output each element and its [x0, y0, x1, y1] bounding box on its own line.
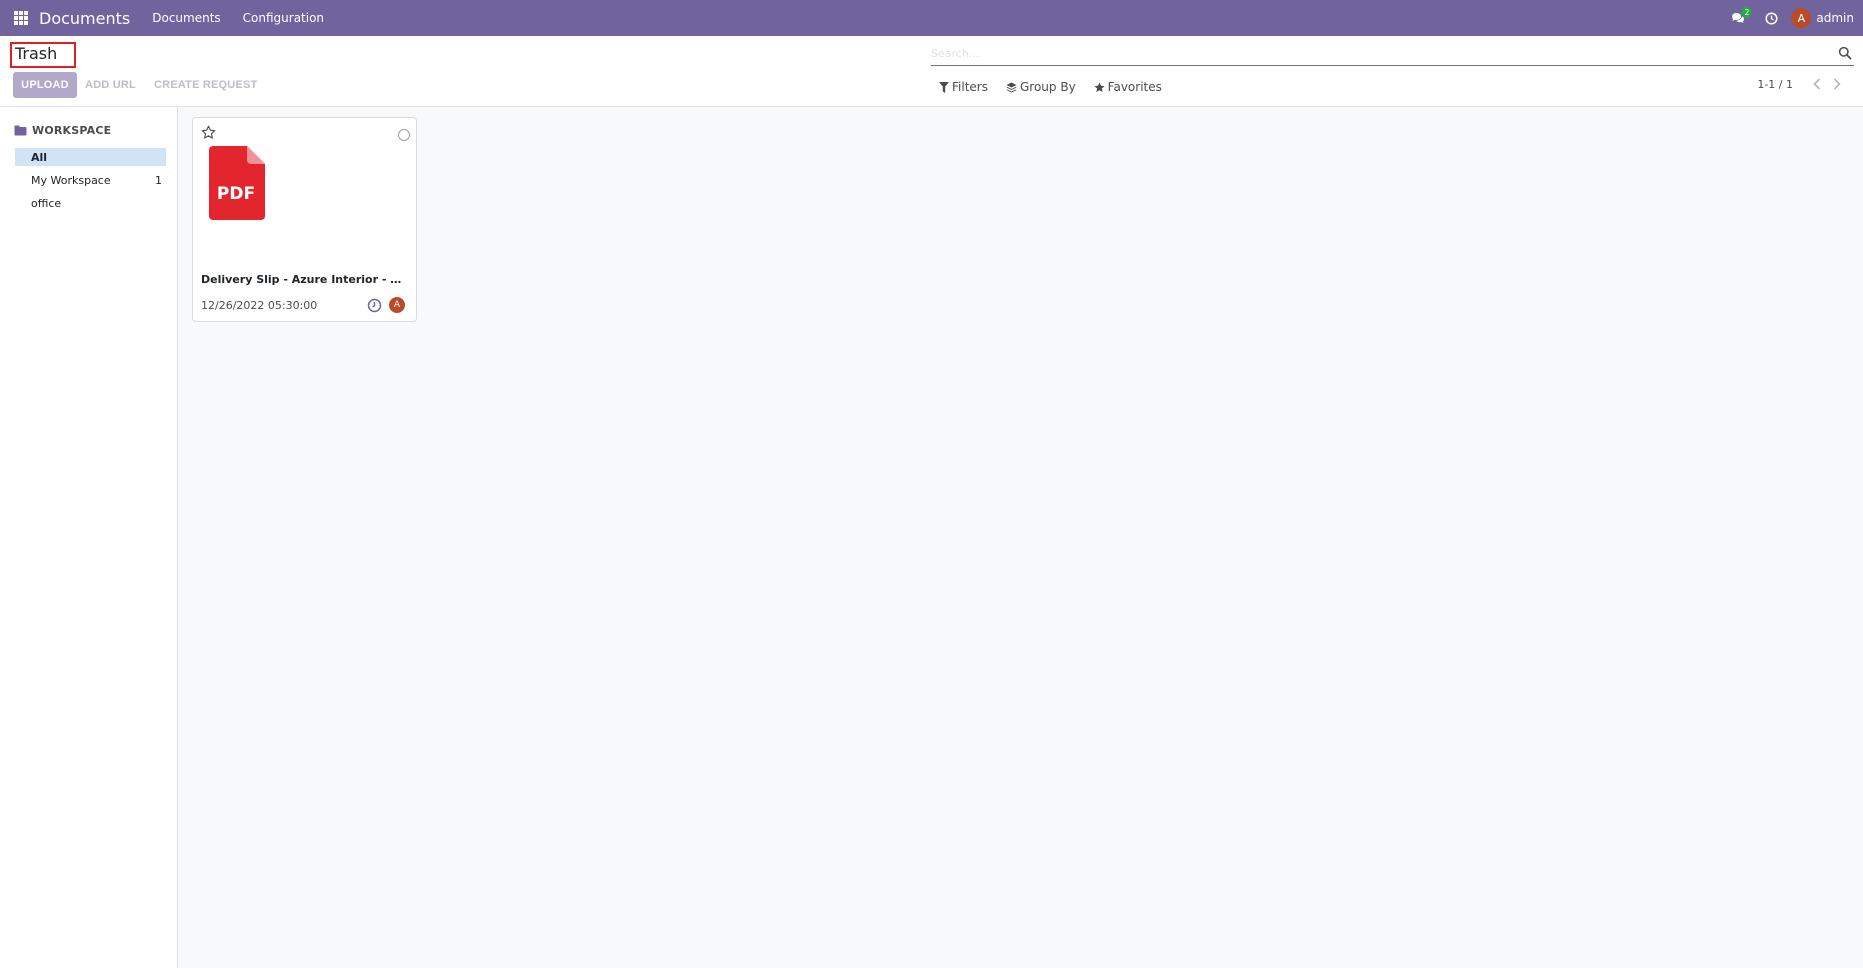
add-url-button[interactable]: ADD URL	[85, 72, 136, 98]
folder-icon	[14, 125, 27, 136]
messaging-button[interactable]: 2	[1723, 0, 1753, 36]
workspace-sidebar: WORKSPACE All My Workspace 1 office	[0, 107, 178, 968]
owner-avatar[interactable]: A	[389, 297, 405, 313]
apps-grid-icon[interactable]	[14, 11, 28, 25]
navbar-systray: 2 A admin	[1723, 0, 1863, 36]
clock-icon	[1765, 11, 1778, 25]
workspace-header-label: WORKSPACE	[32, 124, 112, 137]
sidebar-item-office[interactable]: office	[15, 194, 166, 212]
favorites-label: Favorites	[1107, 80, 1162, 94]
filters-dropdown[interactable]: Filters	[939, 80, 988, 94]
activity-button[interactable]	[1757, 0, 1785, 36]
funnel-icon	[939, 81, 949, 93]
layers-icon	[1006, 82, 1017, 92]
user-avatar: A	[1791, 8, 1812, 28]
pager-previous-button[interactable]	[1807, 74, 1827, 94]
control-panel: Trash UPLOAD ADD URL CREATE REQUEST Filt…	[0, 36, 1863, 107]
menu-configuration[interactable]: Configuration	[243, 11, 324, 25]
group-by-dropdown[interactable]: Group By	[1006, 80, 1076, 94]
pager: 1-1 / 1	[1757, 74, 1847, 94]
sidebar-item-label: All	[31, 150, 48, 164]
user-menu[interactable]: A admin	[1791, 8, 1854, 28]
sidebar-item-count: 1	[155, 173, 162, 187]
app-brand[interactable]: Documents	[39, 9, 130, 28]
chevron-right-icon	[1833, 78, 1841, 90]
document-name: Delivery Slip - Azure Interior - WH_I...	[201, 273, 411, 286]
favorites-dropdown[interactable]: Favorites	[1094, 80, 1162, 94]
search-icon[interactable]	[1838, 46, 1852, 60]
select-checkbox[interactable]	[398, 129, 410, 141]
group-by-label: Group By	[1019, 80, 1076, 94]
documents-kanban: PDF Delivery Slip - Azure Interior - WH_…	[178, 107, 1863, 968]
pager-value[interactable]: 1-1 / 1	[1757, 78, 1793, 91]
upload-button[interactable]: UPLOAD	[13, 72, 77, 98]
pdf-file-icon[interactable]: PDF	[209, 146, 265, 220]
top-navbar: Documents Documents Configuration 2 A ad…	[0, 0, 1863, 36]
workspace-header: WORKSPACE	[14, 124, 111, 137]
search-input[interactable]	[931, 42, 1821, 64]
user-name: admin	[1816, 11, 1854, 25]
filters-label: Filters	[952, 80, 988, 94]
chat-counter-badge: 2	[1741, 7, 1753, 18]
chevron-left-icon	[1813, 78, 1821, 90]
sidebar-item-label: My Workspace	[31, 173, 111, 187]
activity-clock-icon[interactable]	[367, 298, 382, 313]
create-request-button[interactable]: CREATE REQUEST	[154, 72, 257, 98]
search-bar	[931, 42, 1854, 66]
search-options: Filters Group By Favorites	[939, 78, 1180, 96]
menu-documents[interactable]: Documents	[152, 11, 220, 25]
sidebar-item-all[interactable]: All	[15, 148, 166, 166]
pdf-type-label: PDF	[217, 184, 255, 204]
star-outline-icon[interactable]	[201, 125, 216, 140]
page-title: Trash	[10, 42, 76, 68]
pager-next-button[interactable]	[1827, 74, 1847, 94]
sidebar-item-label: office	[31, 196, 62, 210]
document-date: 12/26/2022 05:30:00	[201, 299, 318, 312]
sidebar-item-my-workspace[interactable]: My Workspace 1	[15, 171, 166, 189]
star-icon	[1094, 81, 1105, 92]
document-card[interactable]: PDF Delivery Slip - Azure Interior - WH_…	[192, 117, 417, 322]
